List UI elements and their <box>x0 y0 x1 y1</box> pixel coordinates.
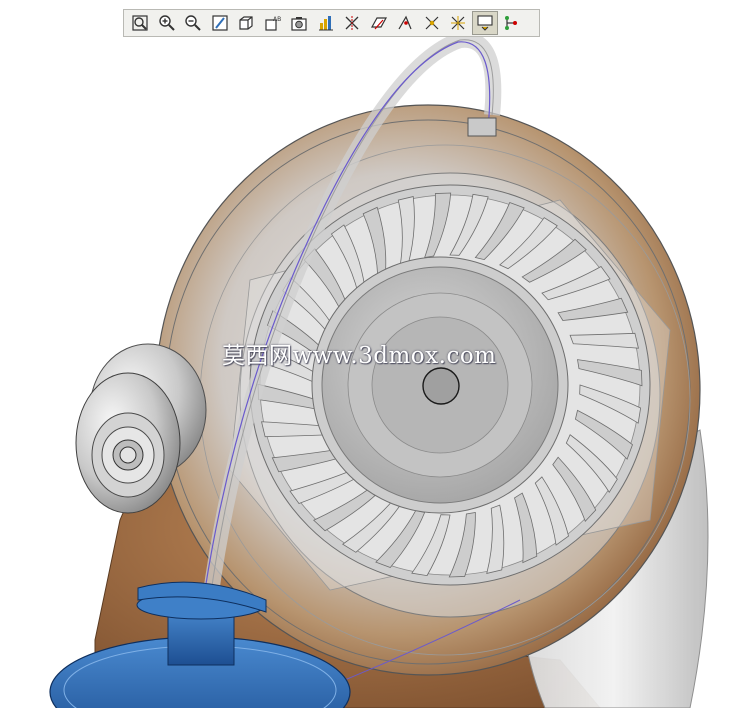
hub-bore <box>422 367 460 405</box>
datum-display-button[interactable] <box>313 11 339 35</box>
network-button[interactable] <box>498 11 524 35</box>
view-orientation-button[interactable] <box>233 11 259 35</box>
zoom-out-icon <box>185 15 201 31</box>
zoom-fit-icon <box>132 15 148 31</box>
zoom-in-button[interactable] <box>154 11 180 35</box>
spin-center-button[interactable] <box>471 11 498 35</box>
saved-views-icon: AB <box>264 16 281 31</box>
point-display-button[interactable] <box>392 11 418 35</box>
network-icon <box>505 16 517 30</box>
csys-display-button[interactable] <box>419 11 445 35</box>
annotation-display-icon <box>451 16 465 30</box>
repaint-button[interactable] <box>207 11 233 35</box>
spin-center-icon <box>476 15 493 31</box>
plane-display-icon <box>370 17 387 30</box>
annotation-display-button[interactable] <box>445 11 471 35</box>
csys-display-icon <box>425 16 438 30</box>
view-orientation-icon <box>239 16 253 30</box>
axis-display-button[interactable] <box>339 11 365 35</box>
axis-display-icon <box>345 16 359 30</box>
display-style-button[interactable] <box>286 11 312 35</box>
model-viewport[interactable]: 莫西网www.3dmox.com <box>0 0 746 712</box>
repaint-icon <box>211 15 228 31</box>
svg-text:AB: AB <box>273 16 281 23</box>
zoom-fit-button[interactable] <box>127 11 153 35</box>
point-display-icon <box>398 15 412 30</box>
zoom-in-icon <box>158 15 175 31</box>
display-style-icon <box>291 17 307 31</box>
watermark-text: 莫西网www.3dmox.com <box>222 343 497 369</box>
view-toolbar: AB <box>123 9 540 37</box>
plane-display-button[interactable] <box>366 11 392 35</box>
saved-views-button[interactable]: AB <box>260 11 286 35</box>
zoom-out-button[interactable] <box>180 11 206 35</box>
datum-display-icon <box>318 16 333 31</box>
tube-fitting <box>467 117 497 137</box>
